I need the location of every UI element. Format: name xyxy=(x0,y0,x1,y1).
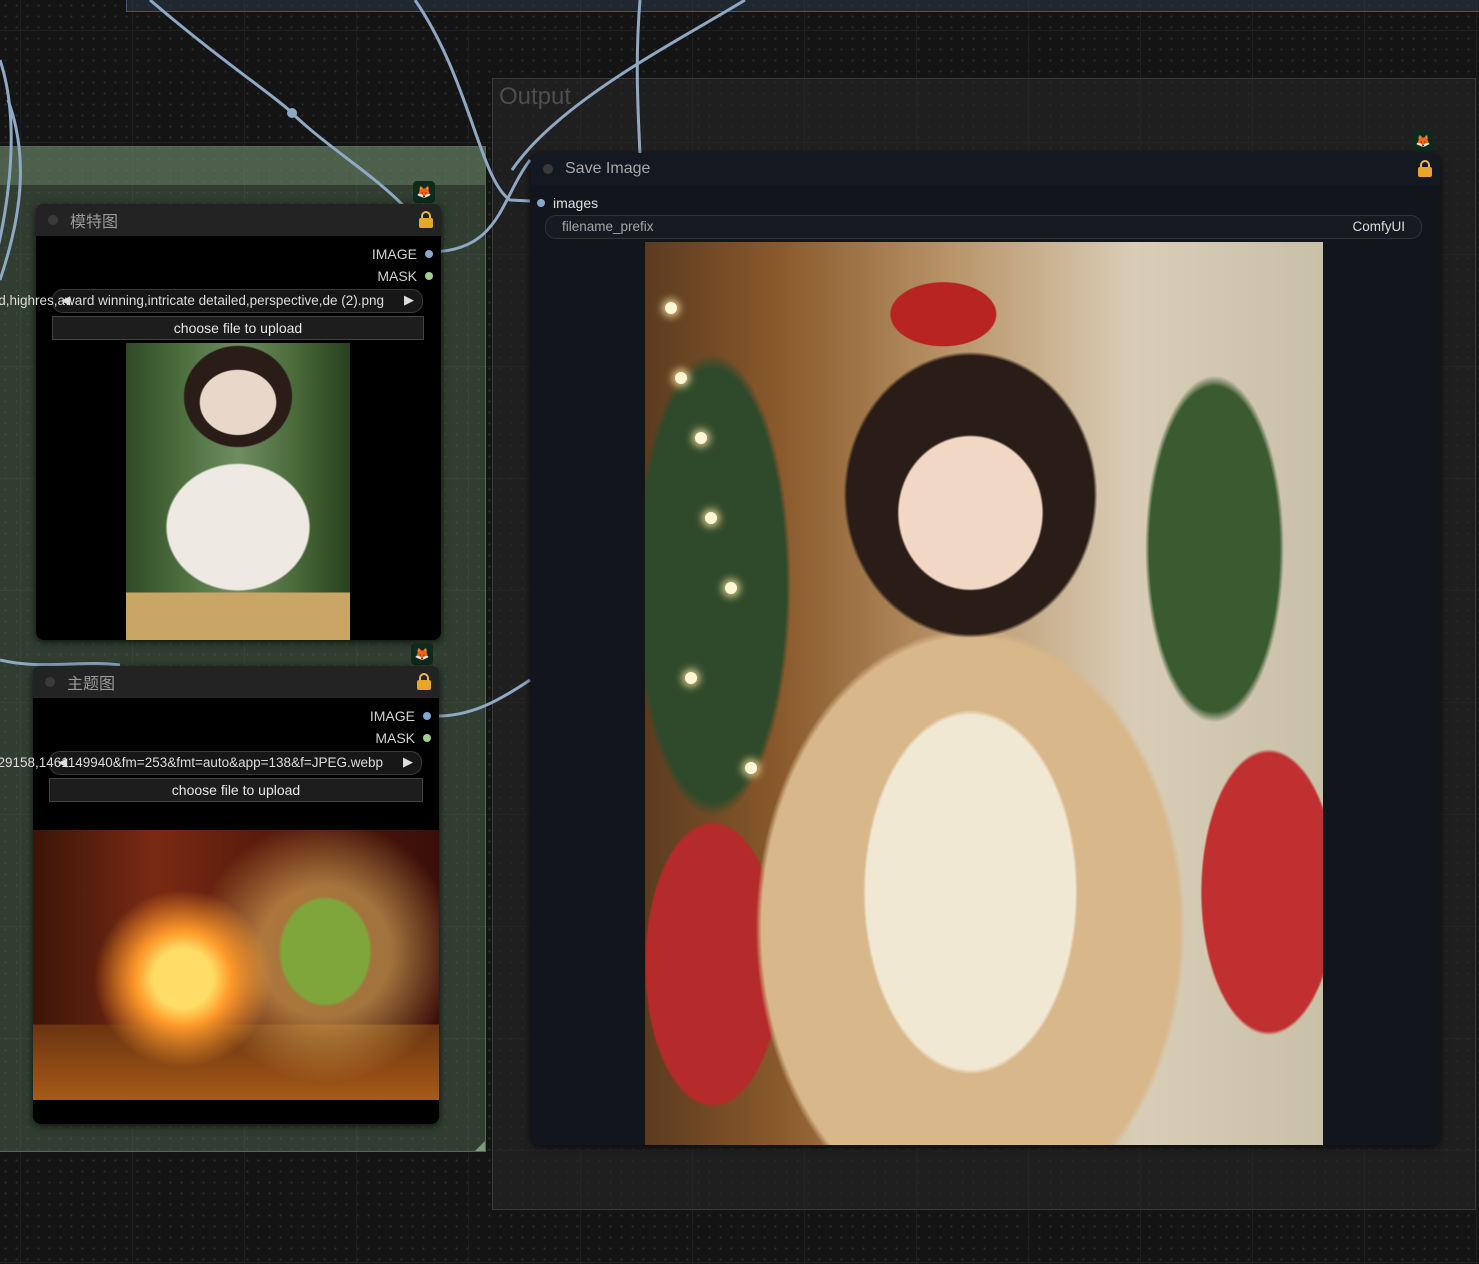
node-title: 模特图 xyxy=(70,214,119,231)
wire xyxy=(0,658,121,667)
light-bulb xyxy=(685,672,697,684)
collapse-dot-icon[interactable] xyxy=(543,164,553,174)
wire xyxy=(429,678,531,718)
load-image-node-theme[interactable]: 主题图 IMAGE MASK ◀ 29158,1461149940&fm=253… xyxy=(0,666,439,1124)
fox-icon[interactable]: 🦊 xyxy=(1412,130,1434,152)
input-label: images xyxy=(553,195,599,211)
output-image[interactable]: IMAGE xyxy=(372,246,433,262)
light-bulb xyxy=(725,582,737,594)
output-slot-mask[interactable] xyxy=(425,272,433,280)
input-images[interactable]: images xyxy=(537,195,598,211)
output-label: MASK xyxy=(375,730,415,746)
output-label: MASK xyxy=(377,268,417,284)
image-file-value: 29158,1461149940&fm=253&fmt=auto&app=138… xyxy=(0,755,383,770)
light-bulb xyxy=(665,302,677,314)
node-title-bar[interactable]: 主题图 xyxy=(33,666,439,698)
output-label: IMAGE xyxy=(371,246,417,262)
output-slot-mask[interactable] xyxy=(423,734,431,742)
wire xyxy=(635,0,642,156)
image-file-select[interactable]: ◀ 29158,1461149940&fm=253&fmt=auto&app=1… xyxy=(0,751,422,775)
light-bulb xyxy=(675,372,687,384)
upload-button[interactable]: choose file to upload xyxy=(52,316,424,340)
output-image[interactable]: IMAGE xyxy=(370,708,431,724)
image-preview xyxy=(33,830,439,1100)
input-slot-images[interactable] xyxy=(537,199,545,207)
wire xyxy=(431,159,532,254)
image-file-select[interactable]: ◀ d,highres,award winning,intricate deta… xyxy=(0,289,423,313)
field-label: filename_prefix xyxy=(562,219,654,234)
node-title-bar[interactable]: Save Image xyxy=(531,153,1440,185)
wire-reroute-dot xyxy=(287,108,297,118)
node-title-bar[interactable]: 模特图 xyxy=(36,204,441,236)
collapse-dot-icon[interactable] xyxy=(48,215,58,225)
output-mask[interactable]: MASK xyxy=(377,268,433,284)
fox-icon[interactable]: 🦊 xyxy=(413,181,435,203)
output-label: IMAGE xyxy=(369,708,415,724)
image-preview xyxy=(126,343,350,640)
node-title: 主题图 xyxy=(67,676,116,693)
light-bulb xyxy=(695,432,707,444)
fox-icon[interactable]: 🦊 xyxy=(411,643,433,665)
collapse-dot-icon[interactable] xyxy=(45,677,55,687)
lock-icon[interactable] xyxy=(1418,160,1432,177)
next-arrow-icon[interactable]: ▶ xyxy=(404,292,414,308)
wire xyxy=(510,0,746,171)
next-arrow-icon[interactable]: ▶ xyxy=(403,754,413,770)
save-image-node[interactable]: Save Image images filename_prefix ComfyU… xyxy=(531,153,1440,1145)
filename-prefix-field[interactable]: filename_prefix ComfyUI xyxy=(545,215,1422,239)
node-title: Save Image xyxy=(565,160,651,177)
field-value: ComfyUI xyxy=(1352,219,1405,234)
upload-button[interactable]: choose file to upload xyxy=(49,778,423,802)
lock-icon[interactable] xyxy=(417,673,431,690)
image-file-value: d,highres,award winning,intricate detail… xyxy=(0,293,384,308)
light-bulb xyxy=(705,512,717,524)
lock-icon[interactable] xyxy=(419,211,433,228)
output-mask[interactable]: MASK xyxy=(375,730,431,746)
wire xyxy=(0,59,13,246)
load-image-node-model[interactable]: 模特图 IMAGE MASK ◀ d,highres,award winning… xyxy=(0,204,441,640)
output-image-preview xyxy=(645,242,1323,1145)
output-slot-image[interactable] xyxy=(423,712,431,720)
wire xyxy=(413,0,531,203)
light-bulb xyxy=(745,762,757,774)
output-slot-image[interactable] xyxy=(425,250,433,258)
